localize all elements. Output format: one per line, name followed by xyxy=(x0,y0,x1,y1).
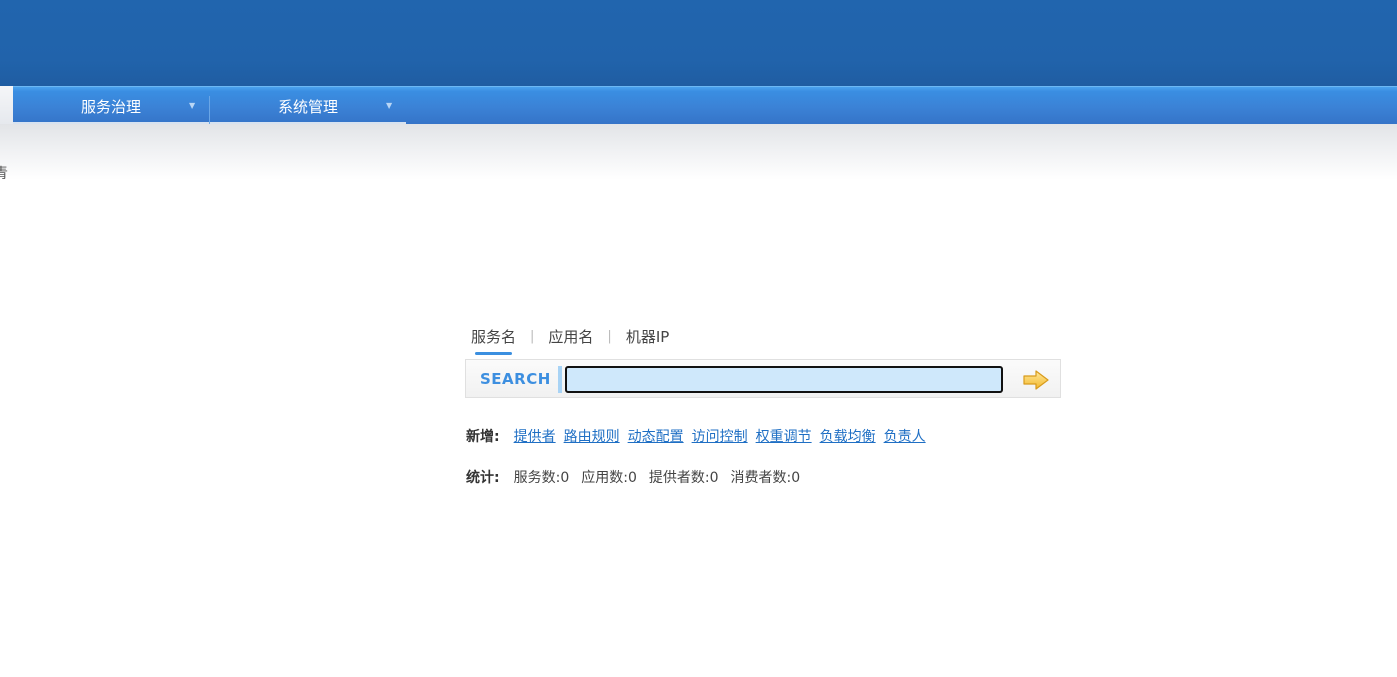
search-input-accent xyxy=(558,366,562,393)
tab-separator: | xyxy=(530,329,535,344)
add-access-control-link[interactable]: 访问控制 xyxy=(692,426,748,446)
search-box: SEARCH xyxy=(465,359,1061,398)
top-banner xyxy=(0,0,1397,86)
stat-application-count: 应用数:0 xyxy=(581,470,637,486)
chevron-down-icon: ▼ xyxy=(386,101,393,110)
stat-consumer-count: 消费者数:0 xyxy=(730,470,801,486)
arrow-right-icon xyxy=(1023,369,1049,390)
add-row: 新增: 提供者 路由规则 动态配置 访问控制 权重调节 负载均衡 负责人 xyxy=(466,426,934,446)
add-owner-link[interactable]: 负责人 xyxy=(884,426,926,446)
search-input[interactable] xyxy=(565,366,1003,393)
nav-left-stub xyxy=(0,86,13,124)
nav-item-service-governance[interactable]: 服务治理 ▼ xyxy=(13,86,209,124)
add-provider-link[interactable]: 提供者 xyxy=(514,426,556,446)
add-dynamic-config-link[interactable]: 动态配置 xyxy=(628,426,684,446)
nav-item-label: 服务治理 xyxy=(80,97,141,116)
sub-header-band xyxy=(0,124,1397,180)
stats-row: 统计: 服务数:0 应用数:0 提供者数:0 消费者数:0 xyxy=(466,467,812,487)
search-tabs: 服务名 | 应用名 | 机器IP xyxy=(471,326,669,355)
nav-item-system-management[interactable]: 系统管理 ▼ xyxy=(210,86,406,124)
stats-label: 统计: xyxy=(466,470,500,486)
search-submit-button[interactable] xyxy=(1021,366,1051,393)
tab-machine-ip[interactable]: 机器IP xyxy=(626,326,669,347)
add-label: 新增: xyxy=(466,429,500,445)
tab-service-name[interactable]: 服务名 xyxy=(471,326,516,355)
nav-item-label: 系统管理 xyxy=(277,97,338,116)
add-route-rule-link[interactable]: 路由规则 xyxy=(564,426,620,446)
add-load-balance-link[interactable]: 负载均衡 xyxy=(820,426,876,446)
tab-application-name[interactable]: 应用名 xyxy=(548,326,593,347)
edge-glyph: 青 xyxy=(0,166,8,182)
stat-provider-count: 提供者数:0 xyxy=(648,470,719,486)
add-weight-link[interactable]: 权重调节 xyxy=(756,426,812,446)
stat-service-count: 服务数:0 xyxy=(513,470,570,486)
search-label: SEARCH xyxy=(480,370,551,388)
tab-separator: | xyxy=(607,329,612,344)
chevron-down-icon: ▼ xyxy=(189,101,196,110)
